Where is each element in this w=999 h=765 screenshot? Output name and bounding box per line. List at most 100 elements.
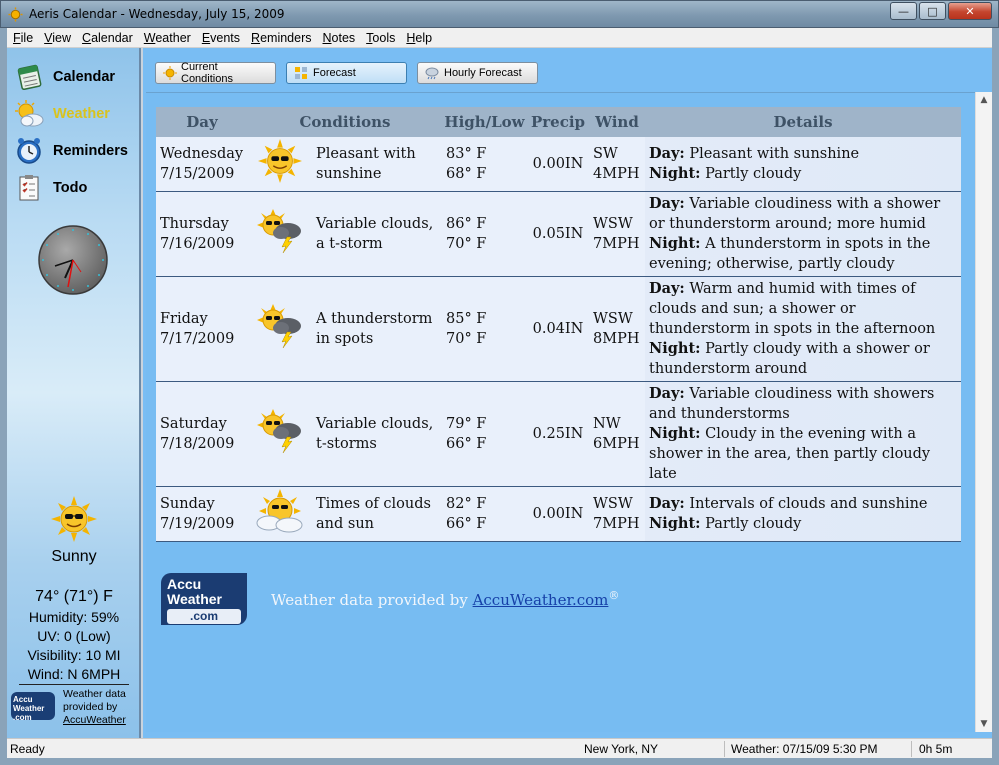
tstorm-sun-icon [257, 409, 301, 454]
window-frame-left [0, 28, 7, 765]
hilo-cell: 83° F 68° F [442, 137, 527, 192]
forecast-button[interactable]: Forecast [286, 62, 407, 84]
sidebar-item-reminders[interactable]: Reminders [13, 132, 128, 169]
maximize-button[interactable]: □ [919, 2, 946, 20]
sunny-icon [258, 139, 302, 183]
condition-icon-cell [248, 191, 312, 277]
divider [19, 684, 129, 685]
accuweather-link[interactable]: AccuWeather [63, 714, 126, 727]
scroll-up-icon[interactable]: ▲ [976, 92, 992, 108]
menu-calendar[interactable]: Calendar [82, 31, 133, 45]
main-panel: Current Conditions Forecast Hourly Forec… [143, 48, 992, 738]
day-text: Intervals of clouds and sunshine [689, 496, 928, 512]
current-conditions-button[interactable]: Current Conditions [155, 61, 276, 85]
day-details: Day: Variable cloudiness with a shower o… [649, 194, 957, 234]
day-details: Day: Warm and humid with times of clouds… [649, 279, 957, 339]
sidebar-item-label: Weather [53, 105, 110, 122]
menu-reminders[interactable]: Reminders [251, 31, 311, 45]
day-text: Variable cloudiness with showers and thu… [649, 386, 935, 422]
forecast-grid-icon [293, 66, 309, 80]
logo-text: Weather [13, 704, 45, 713]
condition-cell: A thunderstorm in spots [312, 276, 442, 382]
accuweather-com-link[interactable]: AccuWeather.com [473, 591, 609, 609]
menu-view[interactable]: View [44, 31, 71, 45]
wind-dir: SW [593, 146, 618, 162]
condition-icon-cell [248, 276, 312, 382]
sidebar-item-calendar[interactable]: Calendar [13, 58, 128, 95]
status-ready: Ready [10, 742, 45, 756]
hourly-forecast-button[interactable]: Hourly Forecast [417, 62, 538, 84]
day-label: Day: [649, 195, 685, 212]
forecast-footer-credit: Accu Weather .com Weather data provided … [161, 573, 619, 625]
details-cell: Day: Variable cloudiness with showers an… [645, 381, 961, 487]
day-details: Day: Intervals of clouds and sunshine [649, 494, 957, 514]
night-text: Partly cloudy [705, 516, 802, 532]
day-cell: Saturday 7/18/2009 [156, 381, 248, 487]
day-label: Day: [649, 495, 685, 512]
current-stats: 74° (71°) F Humidity: 59% UV: 0 (Low) Vi… [7, 588, 141, 685]
header-precip: Precip [527, 107, 589, 137]
current-uv: UV: 0 (Low) [37, 628, 111, 644]
date: 7/15/2009 [160, 166, 235, 182]
wind-speed: 7MPH [593, 236, 640, 252]
logo-text: Accu [167, 576, 202, 592]
day-text: Pleasant with sunshine [689, 146, 860, 162]
date: 7/17/2009 [160, 331, 235, 347]
day-label: Day: [649, 145, 685, 162]
header-details: Details [645, 107, 961, 137]
sidebar-item-weather[interactable]: Weather [13, 95, 128, 132]
window-frame-bottom [0, 758, 999, 765]
menu-tools[interactable]: Tools [366, 31, 395, 45]
minimize-button[interactable]: — [890, 2, 917, 20]
wind-dir: WSW [593, 311, 633, 327]
button-label: Current Conditions [181, 61, 233, 85]
night-details: Night: A thunderstorm in spots in the ev… [649, 234, 957, 274]
table-row: Saturday 7/18/2009 Variable clouds, t-sto… [156, 381, 961, 487]
scroll-down-icon[interactable]: ▼ [976, 716, 992, 732]
menu-events[interactable]: Events [202, 31, 240, 45]
menu-bar: File View Calendar Weather Events Remind… [7, 28, 992, 48]
day-cell: Wednesday 7/15/2009 [156, 137, 248, 192]
menu-help[interactable]: Help [406, 31, 432, 45]
accuweather-logo-small[interactable]: Accu Weather .com [11, 692, 55, 722]
sidebar: Calendar Weather Reminders Todo Sunny 74… [7, 48, 141, 738]
day-cell: Thursday 7/16/2009 [156, 191, 248, 277]
day-cell: Friday 7/17/2009 [156, 276, 248, 382]
sidebar-item-label: Todo [53, 179, 88, 196]
precip-cell: 0.05IN [527, 191, 589, 277]
hilo-cell: 85° F 70° F [442, 276, 527, 382]
status-separator [911, 741, 912, 757]
table-row: Sunday 7/19/2009 Times of clouds and sun … [156, 486, 961, 542]
footer-text: Weather data provided by AccuWeather.com… [271, 589, 619, 609]
header-wind: Wind [589, 107, 645, 137]
vertical-scrollbar[interactable]: ▲ ▼ [975, 92, 992, 732]
menu-notes[interactable]: Notes [323, 31, 356, 45]
wind-cell: WSW 7MPH [589, 486, 645, 542]
accuweather-logo[interactable]: Accu Weather .com [161, 573, 247, 625]
night-details: Night: Partly cloudy with a shower or th… [649, 339, 957, 379]
menu-file[interactable]: File [13, 31, 33, 45]
menu-weather[interactable]: Weather [144, 31, 191, 45]
forecast-table: Day Conditions High/Low Precip Wind Deta… [156, 107, 961, 542]
weekday: Saturday [160, 416, 227, 432]
wind-speed: 4MPH [593, 166, 640, 182]
condition-cell: Pleasant with sunshine [312, 137, 442, 192]
close-button[interactable]: ✕ [948, 2, 992, 20]
details-cell: Day: Variable cloudiness with a shower o… [645, 191, 961, 277]
sidebar-item-todo[interactable]: Todo [13, 169, 128, 206]
day-cell: Sunday 7/19/2009 [156, 486, 248, 542]
high-temp: 82° F [446, 496, 487, 512]
condition-icon-cell [248, 486, 312, 542]
alarm-clock-icon [13, 136, 45, 166]
details-cell: Day: Intervals of clouds and sunshine Ni… [645, 486, 961, 542]
sun-icon [162, 66, 177, 80]
header-day: Day [156, 107, 248, 137]
high-temp: 85° F [446, 311, 487, 327]
wind-dir: WSW [593, 216, 633, 232]
title-bar: Aeris Calendar - Wednesday, July 15, 200… [0, 0, 999, 28]
status-weather-time: Weather: 07/15/09 5:30 PM [731, 742, 878, 756]
precip-cell: 0.04IN [527, 276, 589, 382]
window-frame-right [992, 28, 999, 765]
status-separator [724, 741, 725, 757]
wind-dir: NW [593, 416, 621, 432]
